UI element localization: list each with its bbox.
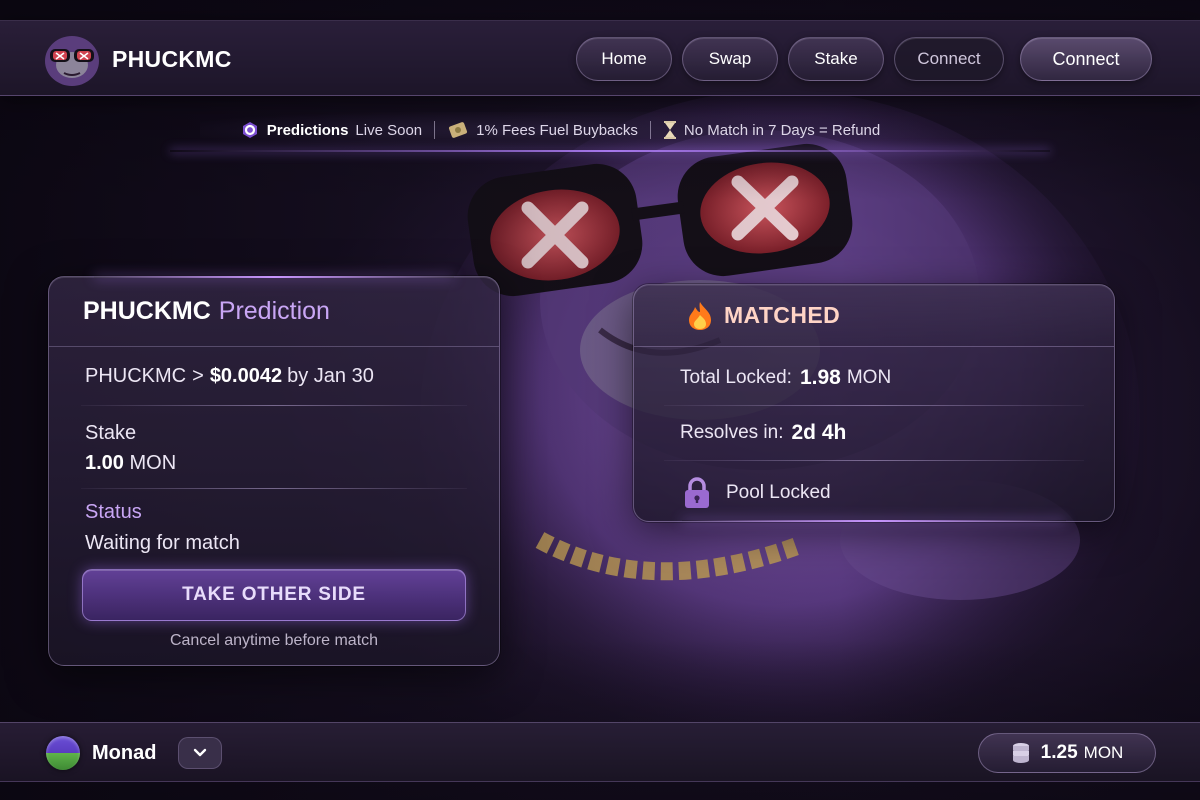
prediction-logo-icon <box>242 122 257 138</box>
status-label: Status <box>85 501 142 523</box>
pool-status-text: Pool Locked <box>726 482 831 503</box>
announcement-strip: Predictions Live Soon 1% Fees Fuel Buyba… <box>200 112 920 148</box>
announcement-fees: 1% Fees Fuel Buybacks <box>447 120 638 140</box>
prediction-target-deadline: by Jan 30 <box>287 364 374 387</box>
total-locked-row: Total Locked: 1.98 MON <box>634 351 1114 405</box>
nav-home-button[interactable]: Home <box>576 37 672 81</box>
network-dropdown-button[interactable] <box>178 737 223 769</box>
stake-label: Stake <box>85 422 137 444</box>
brand[interactable]: PHUCKMC <box>42 31 232 87</box>
coin-stack-icon <box>1012 743 1029 763</box>
pool-status-row: Pool Locked <box>634 461 1114 525</box>
connect-wallet-button[interactable]: Connect <box>1020 37 1152 81</box>
network-selector[interactable]: Monad <box>46 735 223 771</box>
announcement-refund: No Match in 7 Days = Refund <box>663 120 880 140</box>
network-name: Monad <box>92 741 157 764</box>
monad-network-icon <box>46 736 80 770</box>
card-glow <box>94 276 454 278</box>
prediction-stake: Stake 1.00 MON <box>49 406 499 488</box>
nav-swap-button[interactable]: Swap <box>682 37 778 81</box>
take-other-side-button[interactable]: TAKE OTHER SIDE <box>82 569 466 621</box>
prediction-card: PHUCKMC Prediction PHUCKMC > $0.0042 by … <box>48 276 500 666</box>
resolves-label: Resolves in: <box>680 422 784 443</box>
app-page: PHUCKMC Home Swap Stake Connect Connect … <box>0 0 1200 800</box>
announcement-separator <box>649 121 651 139</box>
connect-secondary-button[interactable]: Connect <box>894 37 1004 81</box>
money-icon <box>449 122 468 138</box>
stake-unit: MON <box>129 452 177 474</box>
total-locked-amount: 1.98 <box>799 366 841 389</box>
balance-amount: 1.25 <box>1040 742 1078 763</box>
card-glow <box>682 520 1066 522</box>
matched-title: MATCHED <box>724 302 841 328</box>
prediction-title-token: PHUCKMC <box>83 297 211 325</box>
top-navigation-bar: PHUCKMC Home Swap Stake Connect Connect <box>0 20 1200 96</box>
prediction-target-price: $0.0042 <box>209 364 283 387</box>
prediction-target: PHUCKMC > $0.0042 by Jan 30 <box>49 347 499 405</box>
announcement-predictions-bold: Predictions <box>266 121 349 139</box>
bottom-bar: Monad 1.25 MON <box>0 722 1200 782</box>
total-locked-unit: MON <box>846 367 892 388</box>
fire-icon <box>689 301 711 330</box>
total-locked-label: Total Locked: <box>680 367 792 388</box>
balance-unit: MON <box>1083 743 1124 762</box>
announcement-fees-text: 1% Fees Fuel Buybacks <box>476 121 638 139</box>
status-value: Waiting for match <box>85 532 240 554</box>
glow-line <box>170 150 1050 152</box>
stake-amount: 1.00 <box>85 452 124 474</box>
cancel-note: Cancel anytime before match <box>169 632 379 649</box>
matched-card-header: MATCHED <box>634 285 1114 347</box>
padlock-icon <box>685 477 709 508</box>
prediction-status: Status Waiting for match <box>49 489 499 569</box>
prediction-title-label: Prediction <box>218 297 330 325</box>
brand-name: PHUCKMC <box>112 45 232 72</box>
nav-stake-button[interactable]: Stake <box>788 37 884 81</box>
announcement-refund-text: No Match in 7 Days = Refund <box>683 121 881 139</box>
announcement-separator <box>434 121 436 139</box>
stake-value: 1.00 MON <box>85 446 463 480</box>
announcement-predictions-text: Live Soon <box>355 121 423 139</box>
matched-card: MATCHED Total Locked: 1.98 MON Resolves … <box>633 284 1115 522</box>
chevron-down-icon <box>194 748 207 757</box>
prediction-target-operator: > <box>192 364 204 387</box>
prediction-card-header: PHUCKMC Prediction <box>49 277 499 347</box>
wallet-balance[interactable]: 1.25 MON <box>978 733 1156 773</box>
resolves-value: 2d 4h <box>791 421 847 444</box>
announcement-predictions: Predictions Live Soon <box>240 120 422 140</box>
prediction-target-token: PHUCKMC <box>85 364 187 387</box>
gorilla-avatar-icon <box>45 36 99 86</box>
resolves-row: Resolves in: 2d 4h <box>634 406 1114 460</box>
hourglass-icon <box>663 121 676 139</box>
main-nav: Home Swap Stake Connect Connect <box>576 37 1152 81</box>
